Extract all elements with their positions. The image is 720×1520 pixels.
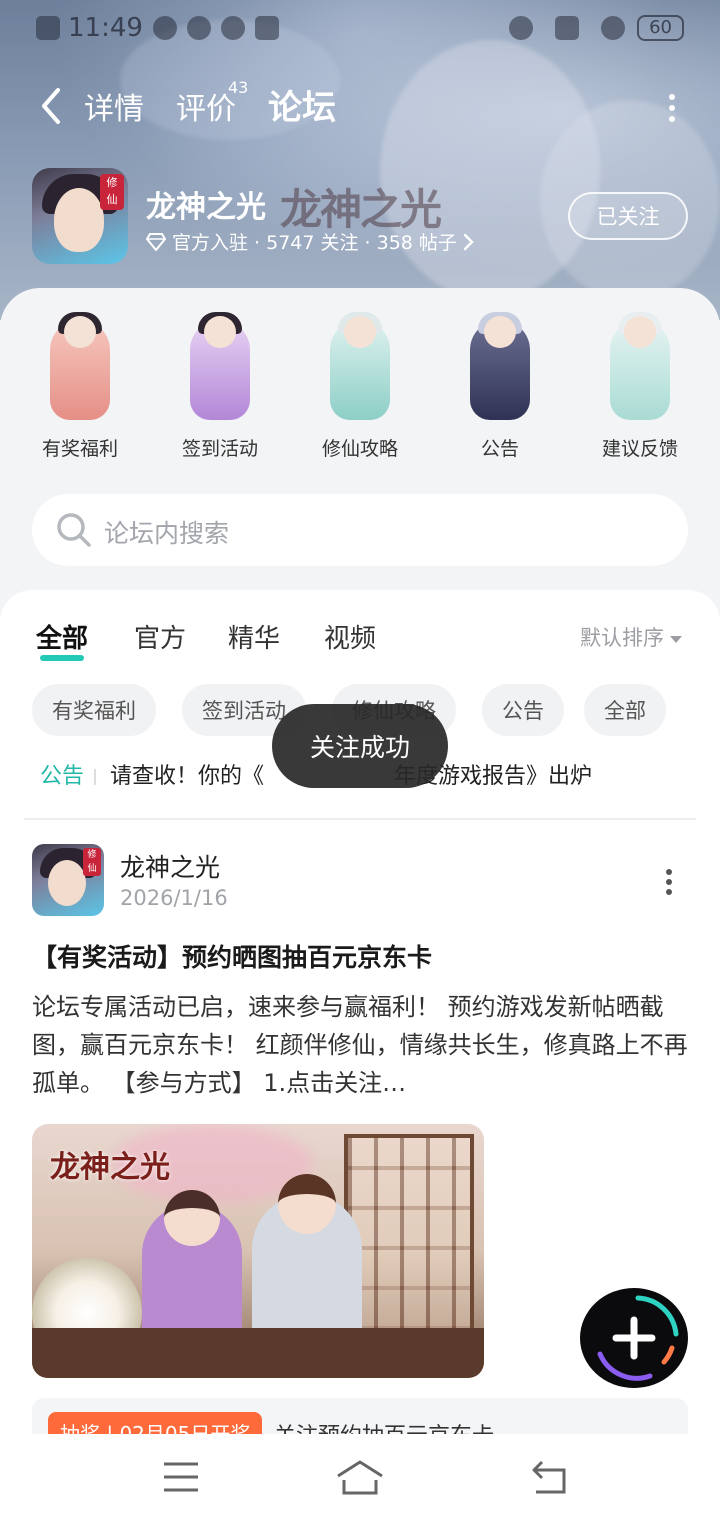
post-date: 2026/1/16 bbox=[120, 886, 228, 910]
game-icon-badge: 修仙 bbox=[100, 174, 124, 210]
status-right: 60 bbox=[499, 15, 684, 41]
back-arrow-icon[interactable] bbox=[36, 86, 68, 126]
tab-reviews[interactable]: 评价 bbox=[176, 84, 236, 128]
chip-all[interactable]: 全部 bbox=[584, 684, 666, 736]
plus-icon bbox=[597, 1295, 679, 1381]
divider bbox=[24, 818, 696, 820]
more-options-icon[interactable] bbox=[666, 92, 678, 124]
announcement-tag: 公告 bbox=[40, 764, 85, 789]
post-title[interactable]: 【有奖活动】预约晒图抽百元京东卡 bbox=[32, 938, 688, 974]
search-icon bbox=[57, 513, 91, 547]
diamond-icon bbox=[146, 232, 166, 251]
category-label: 修仙攻略 bbox=[321, 438, 398, 460]
status-time: 11:49 bbox=[68, 13, 143, 43]
category-label: 签到活动 bbox=[181, 438, 258, 460]
tab-details[interactable]: 详情 bbox=[84, 84, 144, 128]
feed-tabs: 全部 官方 精华 视频 默认排序 bbox=[0, 614, 720, 674]
mute-icon bbox=[555, 16, 580, 40]
post-more-icon[interactable] bbox=[664, 868, 674, 896]
game-icon[interactable]: 修仙 bbox=[32, 168, 128, 264]
app-notification-icon bbox=[186, 16, 211, 40]
new-post-button[interactable] bbox=[580, 1288, 688, 1388]
back-icon[interactable] bbox=[530, 1460, 570, 1496]
category-art bbox=[580, 310, 700, 422]
status-bar: 11:49 60 bbox=[0, 0, 720, 56]
sort-dropdown[interactable]: 默认排序 bbox=[580, 622, 682, 652]
forum-content: 有奖福利 签到活动 修仙攻略 公告 建议反馈 论坛内搜索 全部 官方 精华 视频… bbox=[0, 288, 720, 1458]
feed-tab-video[interactable]: 视频 bbox=[324, 618, 376, 655]
category-art bbox=[160, 310, 280, 422]
category-checkin[interactable]: 签到活动 bbox=[160, 310, 280, 461]
alarm-icon bbox=[509, 16, 534, 40]
follow-button[interactable]: 已关注 bbox=[568, 192, 688, 240]
toast-message: 关注成功 bbox=[272, 704, 448, 788]
chevron-right-icon bbox=[463, 233, 474, 250]
menu-icon[interactable] bbox=[162, 1460, 200, 1494]
game-meta-text: 官方入驻 · 5747 关注 · 358 帖子 bbox=[172, 232, 457, 254]
feed-tab-all[interactable]: 全部 bbox=[36, 618, 88, 661]
game-info: 修仙 龙神之光 龙神之光 官方入驻 · 5747 关注 · 358 帖子 已关注 bbox=[32, 168, 692, 264]
category-rewards[interactable]: 有奖福利 bbox=[20, 310, 140, 461]
category-art bbox=[20, 310, 140, 422]
category-art bbox=[300, 310, 420, 422]
home-icon[interactable] bbox=[336, 1460, 384, 1496]
image-game-logo: 龙神之光 bbox=[50, 1150, 170, 1185]
top-nav: 详情 评价 43 论坛 bbox=[0, 78, 720, 134]
app-notification-icon bbox=[254, 16, 279, 40]
notification-icon bbox=[36, 16, 60, 40]
battery-indicator: 60 bbox=[637, 15, 684, 41]
category-label: 公告 bbox=[480, 438, 519, 460]
forum-search-bar[interactable]: 论坛内搜索 bbox=[32, 494, 688, 566]
game-name: 龙神之光 bbox=[146, 190, 266, 225]
system-nav-bar bbox=[0, 1434, 720, 1520]
category-announcements[interactable]: 公告 bbox=[440, 310, 560, 461]
announcement-text: 请查收！你的《 bbox=[110, 764, 265, 789]
sort-label: 默认排序 bbox=[580, 626, 664, 650]
app-notification-icon bbox=[220, 16, 245, 40]
divider bbox=[94, 769, 97, 785]
post-author[interactable]: 龙神之光 bbox=[120, 848, 220, 884]
game-meta[interactable]: 官方入驻 · 5747 关注 · 358 帖子 bbox=[146, 228, 475, 255]
tab-forum[interactable]: 论坛 bbox=[266, 80, 338, 131]
category-label: 有奖福利 bbox=[41, 438, 118, 460]
chip-rewards[interactable]: 有奖福利 bbox=[32, 684, 156, 736]
feed-tab-featured[interactable]: 精华 bbox=[228, 618, 280, 655]
category-feedback[interactable]: 建议反馈 bbox=[580, 310, 700, 461]
category-art bbox=[440, 310, 560, 422]
category-grid: 有奖福利 签到活动 修仙攻略 公告 建议反馈 bbox=[0, 310, 720, 470]
wifi-icon bbox=[601, 16, 626, 40]
chip-announcements[interactable]: 公告 bbox=[482, 684, 564, 736]
reviews-count-badge: 43 bbox=[228, 78, 249, 97]
category-guides[interactable]: 修仙攻略 bbox=[300, 310, 420, 461]
category-label: 建议反馈 bbox=[601, 438, 678, 460]
post-image[interactable]: 龙神之光 bbox=[32, 1124, 484, 1378]
search-input[interactable]: 论坛内搜索 bbox=[104, 514, 229, 550]
caret-down-icon bbox=[670, 635, 682, 643]
post-excerpt[interactable]: 论坛专属活动已启，速来参与赢福利！ 预约游戏发新帖晒截图，赢百元京东卡！ 红颜伴… bbox=[32, 988, 688, 1102]
cloud-icon bbox=[152, 16, 177, 40]
author-avatar[interactable]: 修仙 bbox=[32, 844, 104, 916]
feed-tab-official[interactable]: 官方 bbox=[134, 618, 186, 655]
header-banner: 11:49 60 详情 评价 43 论坛 修仙 龙神之光 龙神之光 官方入驻 ·… bbox=[0, 0, 720, 320]
avatar-badge: 修仙 bbox=[83, 848, 101, 876]
